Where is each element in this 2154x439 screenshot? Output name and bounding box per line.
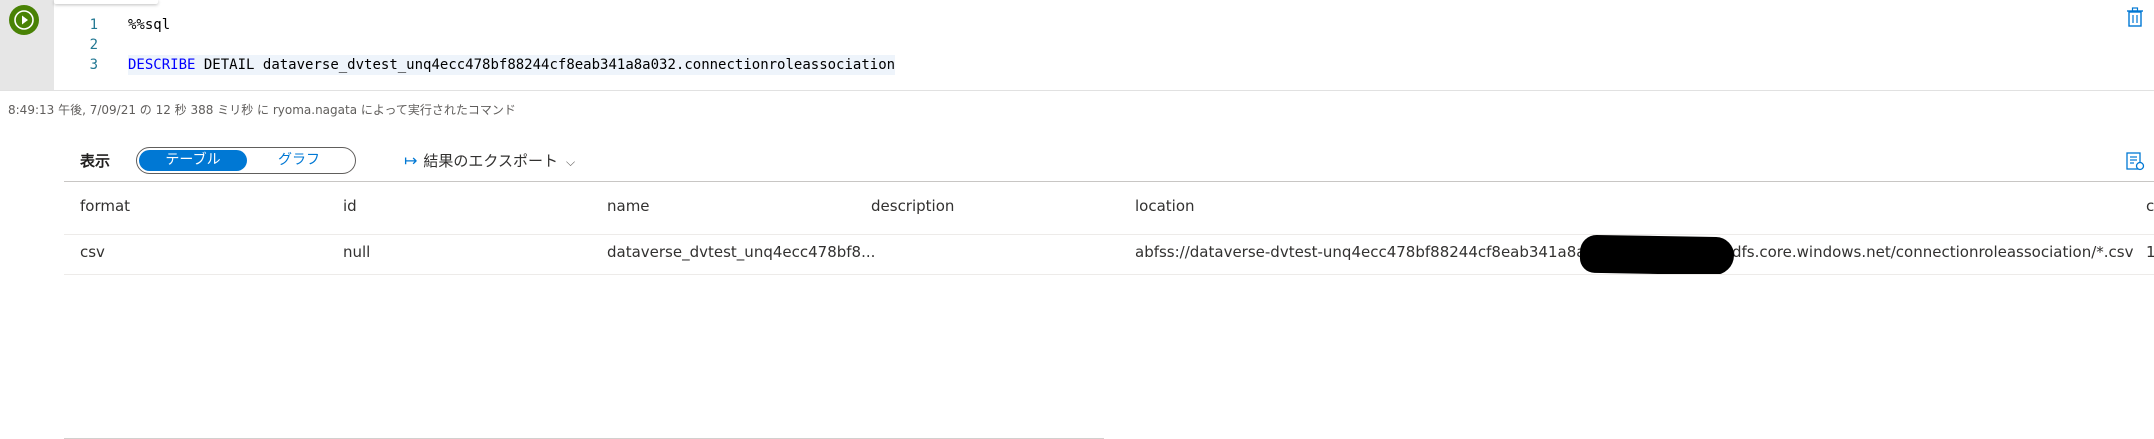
code-line: 2 xyxy=(54,35,98,55)
cell-name: dataverse_dvtest_unq4ecc478bf8... xyxy=(607,243,876,261)
column-header-name[interactable]: name xyxy=(607,197,650,215)
run-cell-button[interactable] xyxy=(9,5,39,35)
database-identifier: dataverse_dvtest_unq4ecc478bf88244cf8eab… xyxy=(262,57,676,73)
export-arrow-icon: ↦ xyxy=(404,151,418,170)
code-line: 3 DESCRIBE DETAIL dataverse_dvtest_unq4e… xyxy=(54,55,896,75)
execution-status: 8:49:13 午後, 7/09/21 の 12 秒 388 ミリ秒 に ryo… xyxy=(8,103,516,117)
cell-gutter xyxy=(0,0,54,90)
line-number: 1 xyxy=(89,17,98,33)
chevron-down-icon: ⌵ xyxy=(565,155,576,169)
line-number: 2 xyxy=(89,37,98,53)
row-divider xyxy=(64,274,2154,275)
cell-truncated: 1 xyxy=(2146,243,2154,261)
keyword-detail: DETAIL xyxy=(203,57,255,73)
redaction-mark xyxy=(1579,234,1735,276)
code-text: DESCRIBE DETAIL dataverse_dvtest_unq4ecc… xyxy=(128,55,896,75)
column-settings-icon[interactable] xyxy=(2124,150,2146,172)
code-cell: 1 %%sql 2 3 DESCRIBE DETAIL dataverse_dv… xyxy=(0,0,2154,91)
code-text: %%sql xyxy=(128,17,171,33)
row-divider xyxy=(64,234,2154,235)
cell-id: null xyxy=(343,243,371,261)
column-header-format[interactable]: format xyxy=(80,197,130,215)
line-number: 3 xyxy=(89,57,98,73)
view-label: 表示 xyxy=(80,152,111,170)
header-divider xyxy=(64,181,2154,182)
graph-view-option[interactable]: グラフ xyxy=(245,150,353,171)
delete-cell-icon[interactable] xyxy=(2124,6,2146,28)
play-icon xyxy=(14,10,34,30)
column-header-location[interactable]: location xyxy=(1135,197,1195,215)
column-header-id[interactable]: id xyxy=(343,197,357,215)
code-line: 1 %%sql xyxy=(54,15,171,35)
cell-location-end: dfs.core.windows.net/connectionroleassoc… xyxy=(1732,243,2134,261)
code-editor[interactable]: 1 %%sql 2 3 DESCRIBE DETAIL dataverse_dv… xyxy=(54,0,2154,90)
table-identifier: connectionroleassociation xyxy=(684,57,896,73)
table-view-option[interactable]: テーブル xyxy=(139,150,247,171)
cell-location-start: abfss://dataverse-dvtest-unq4ecc478bf882… xyxy=(1135,243,1630,261)
column-header-truncated[interactable]: c xyxy=(2146,197,2154,215)
export-label: 結果のエクスポート xyxy=(423,152,558,170)
keyword-describe: DESCRIBE xyxy=(128,57,196,73)
column-header-description[interactable]: description xyxy=(871,197,954,215)
view-toggle: テーブル グラフ xyxy=(136,147,356,174)
cell-format: csv xyxy=(80,243,105,261)
export-results-button[interactable]: ↦ 結果のエクスポート ⌵ xyxy=(404,149,575,173)
